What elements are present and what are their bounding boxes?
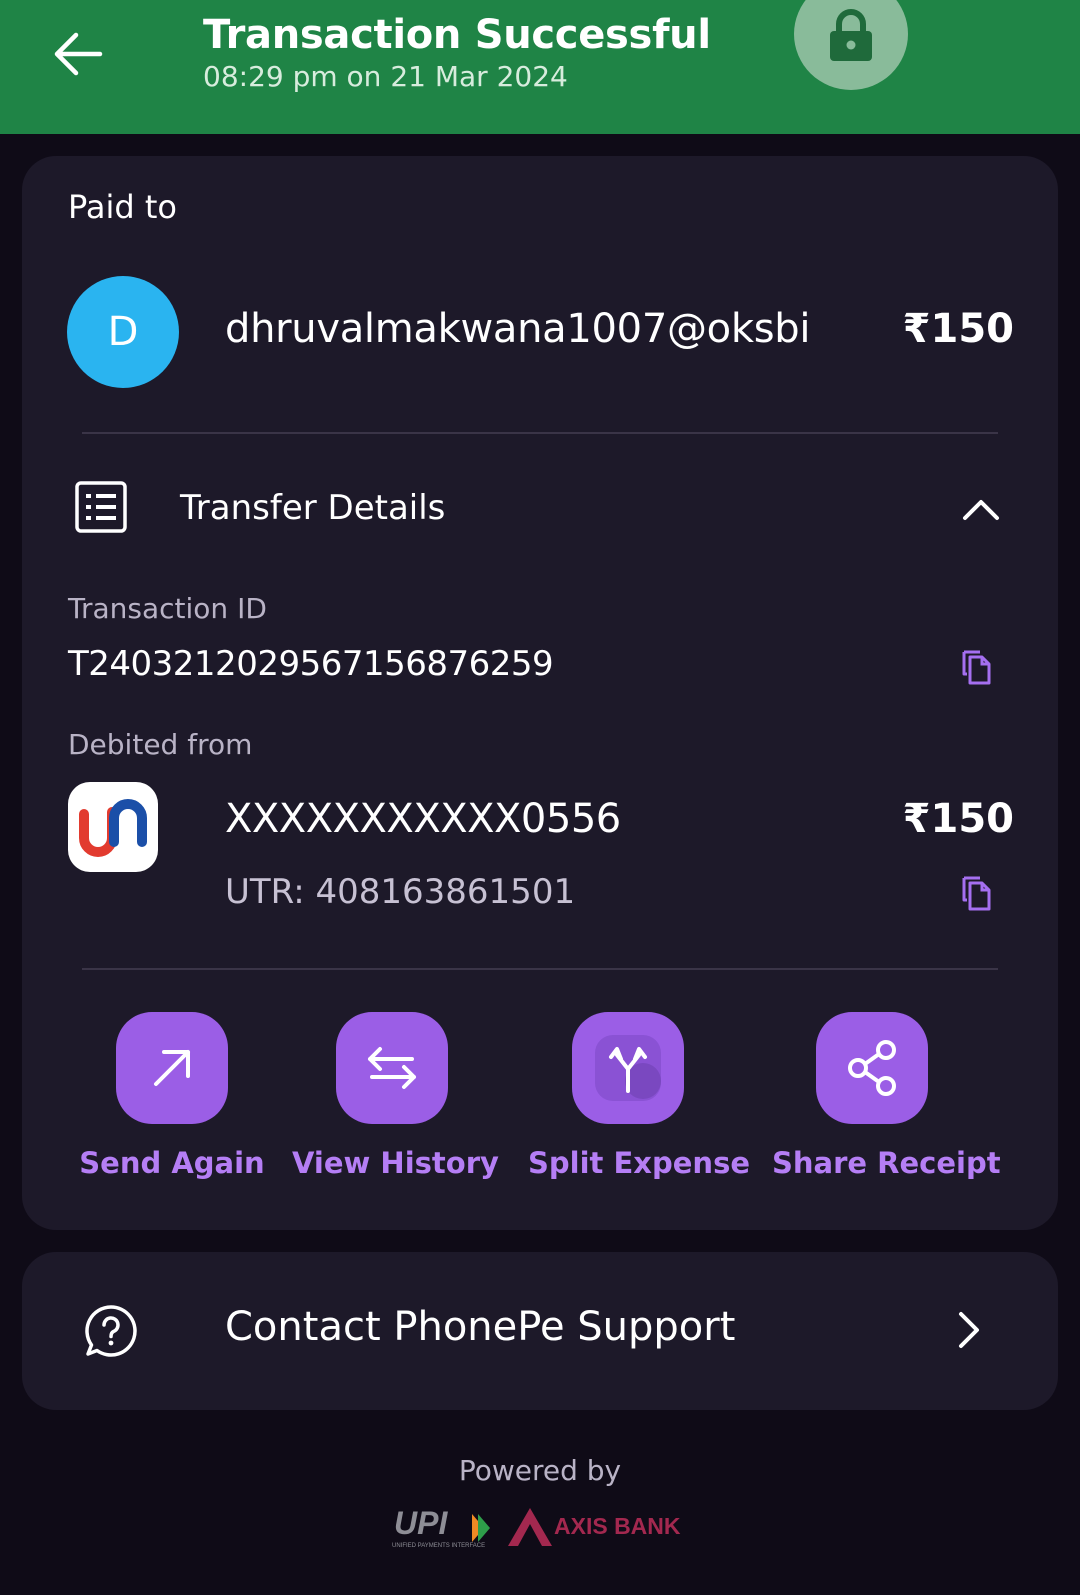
contact-support-row[interactable]: Contact PhonePe Support <box>22 1252 1058 1410</box>
copy-icon[interactable] <box>956 646 994 686</box>
transaction-details-card: Paid to D dhruvalmakwana1007@oksbi ₹150 … <box>22 156 1058 1230</box>
debited-amount: ₹150 <box>902 796 1014 842</box>
bank-logo <box>68 782 158 872</box>
split-expense-icon-tile[interactable] <box>572 1012 684 1124</box>
avatar: D <box>67 276 179 388</box>
page-title: Transaction Successful <box>203 12 711 58</box>
view-history-label: View History <box>292 1146 499 1180</box>
arrow-up-right-icon <box>154 1050 190 1086</box>
transaction-id-label: Transaction ID <box>68 592 267 625</box>
share-receipt-icon-tile[interactable] <box>816 1012 928 1124</box>
transfer-details-label: Transfer Details <box>180 488 446 528</box>
view-history-button[interactable]: View History <box>292 1012 499 1180</box>
send-again-icon-tile[interactable] <box>116 1012 228 1124</box>
transaction-id-value: T2403212029567156876259 <box>68 644 554 684</box>
divider <box>82 968 998 970</box>
help-chat-icon <box>85 1305 137 1357</box>
swap-arrows-icon <box>368 1047 416 1089</box>
arrow-left-icon[interactable] <box>50 26 106 82</box>
paid-to-label: Paid to <box>68 188 177 226</box>
lock-icon <box>830 9 872 61</box>
upi-logo: UPI UNIFIED PAYMENTS INTERFACE <box>392 1506 490 1549</box>
split-icon <box>595 1035 661 1101</box>
chevron-up-icon[interactable] <box>960 488 1002 530</box>
upi-logo-subtext: UNIFIED PAYMENTS INTERFACE <box>392 1543 485 1549</box>
share-icon <box>848 1040 896 1096</box>
split-expense-label: Split Expense <box>528 1146 751 1180</box>
transaction-timestamp: 08:29 pm on 21 Mar 2024 <box>203 60 568 93</box>
utr-number: UTR: 408163861501 <box>225 872 576 912</box>
view-history-icon-tile[interactable] <box>336 1012 448 1124</box>
header-bar: Transaction Successful 08:29 pm on 21 Ma… <box>0 0 1080 134</box>
divider <box>82 432 998 434</box>
receipt-list-icon <box>75 481 127 533</box>
debited-account-number: XXXXXXXXXXX0556 <box>225 796 621 842</box>
send-again-button[interactable]: Send Again <box>72 1012 272 1180</box>
chevron-right-icon <box>959 1312 979 1348</box>
share-receipt-label: Share Receipt <box>772 1146 1001 1180</box>
axis-bank-text: AXIS BANK <box>554 1513 681 1539</box>
contact-support-label: Contact PhonePe Support <box>225 1304 736 1350</box>
send-again-label: Send Again <box>79 1146 265 1180</box>
split-expense-button[interactable]: Split Expense <box>528 1012 751 1180</box>
powered-by-label: Powered by <box>458 1454 622 1487</box>
upi-logo-text: UPI <box>394 1506 448 1541</box>
axis-bank-logo: AXIS BANK <box>508 1508 681 1546</box>
share-receipt-button[interactable]: Share Receipt <box>772 1012 1001 1180</box>
copy-icon[interactable] <box>956 872 994 912</box>
debited-from-label: Debited from <box>68 728 253 761</box>
payee-upi-id: dhruvalmakwana1007@oksbi <box>225 306 811 352</box>
paid-amount: ₹150 <box>902 306 1014 352</box>
